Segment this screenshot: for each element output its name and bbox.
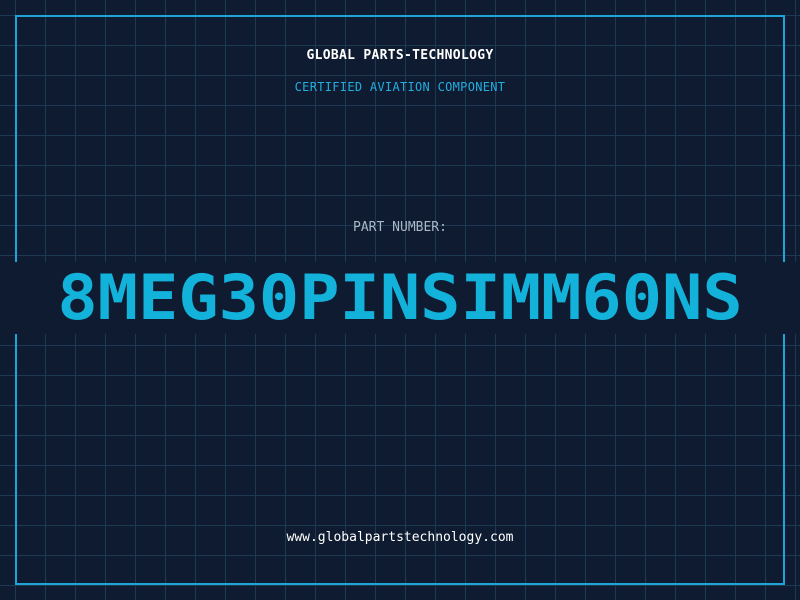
part-card: GLOBAL PARTS-TECHNOLOGY CERTIFIED AVIATI… <box>0 0 800 600</box>
certification-tagline: CERTIFIED AVIATION COMPONENT <box>294 80 506 94</box>
website-url: www.globalpartstechnology.com <box>286 530 514 545</box>
company-name: GLOBAL PARTS-TECHNOLOGY <box>306 48 494 63</box>
part-number-value: 8MEG30PINSIMM60NS <box>57 261 743 334</box>
part-number-label: PART NUMBER: <box>353 220 447 235</box>
